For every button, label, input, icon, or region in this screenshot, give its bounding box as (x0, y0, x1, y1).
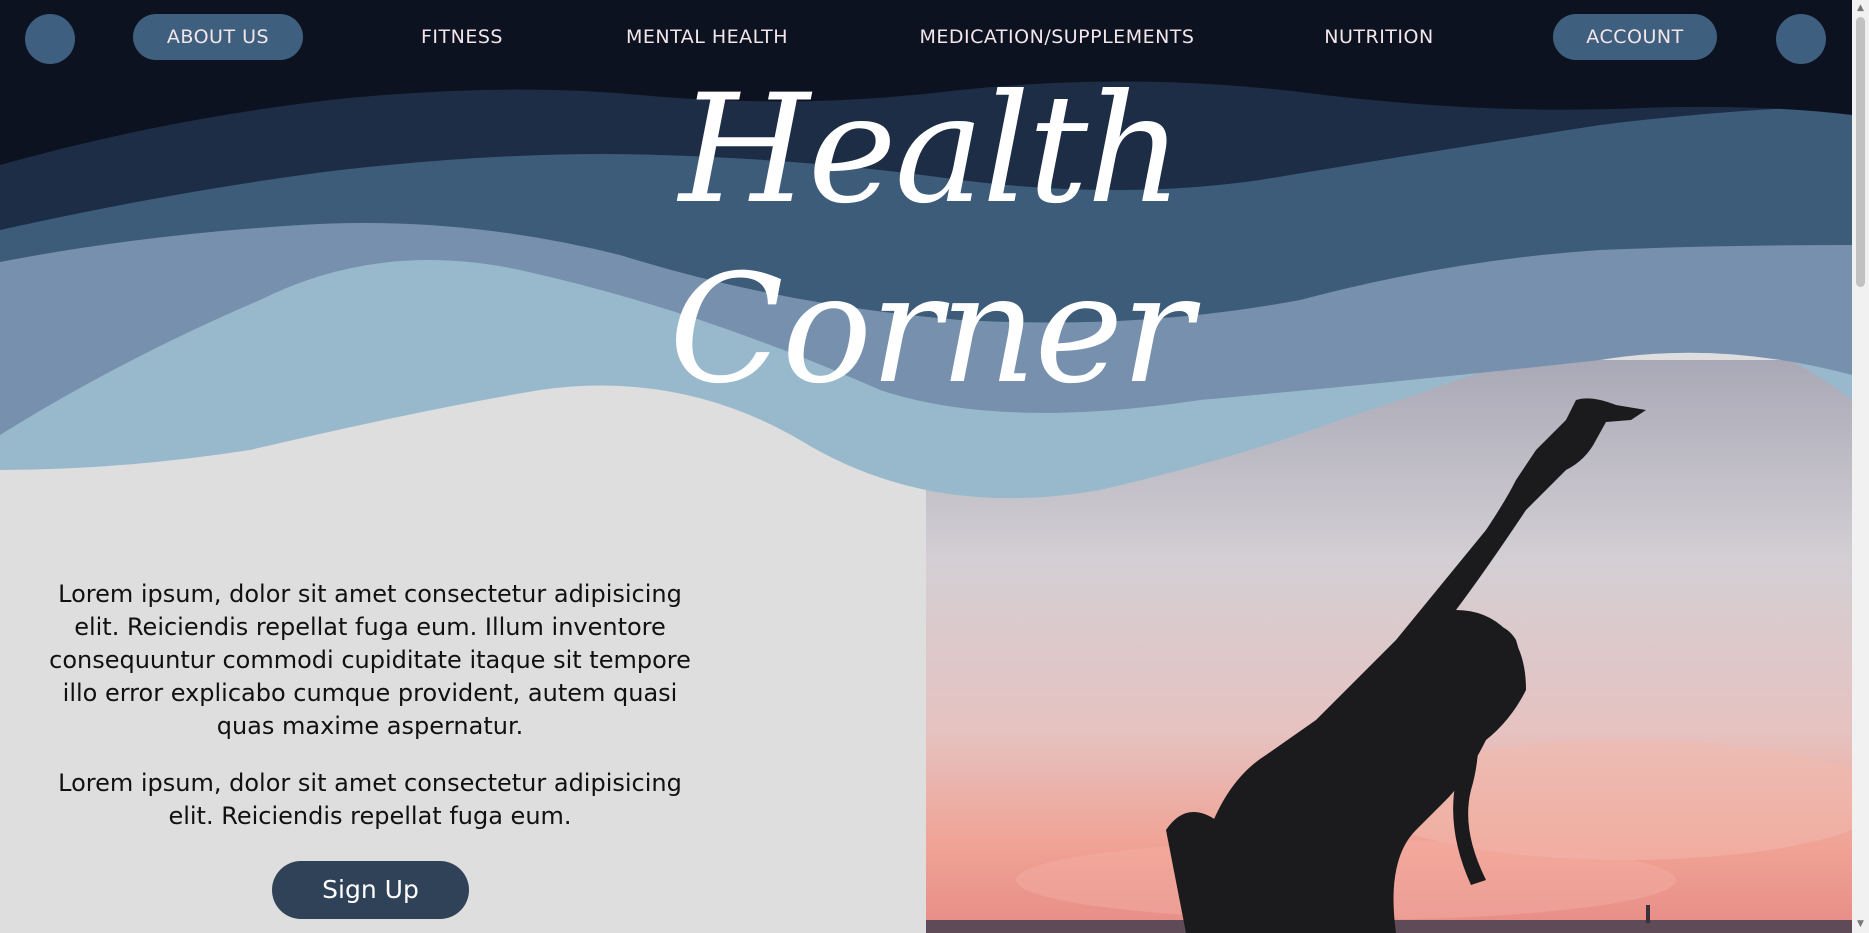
nav-about-us[interactable]: ABOUT US (133, 14, 303, 60)
nav-mental-health[interactable]: MENTAL HEALTH (614, 14, 800, 60)
nav-medication-supplements[interactable]: MEDICATION/SUPPLEMENTS (900, 14, 1214, 60)
intro-text: Lorem ipsum, dolor sit amet consectetur … (40, 578, 700, 857)
sign-up-button[interactable]: Sign Up (272, 861, 469, 919)
profile-circle-icon[interactable] (1776, 14, 1826, 64)
logo-circle-icon[interactable] (25, 14, 75, 64)
nav-nutrition[interactable]: NUTRITION (1310, 14, 1448, 60)
nav-account[interactable]: ACCOUNT (1553, 14, 1717, 60)
intro-paragraph-1: Lorem ipsum, dolor sit amet consectetur … (49, 580, 691, 740)
top-nav: ABOUT US FITNESS MENTAL HEALTH MEDICATIO… (0, 0, 1852, 78)
scroll-thumb[interactable] (1856, 17, 1865, 287)
scroll-up-arrow-icon[interactable]: ▲ (1852, 0, 1869, 17)
site-title: Health Corner (669, 63, 1193, 417)
page-scrollbar[interactable]: ▲ ▼ (1852, 0, 1869, 933)
nav-fitness[interactable]: FITNESS (400, 14, 524, 60)
intro-paragraph-2: Lorem ipsum, dolor sit amet consectetur … (58, 769, 682, 830)
scroll-down-arrow-icon[interactable]: ▼ (1852, 916, 1869, 933)
